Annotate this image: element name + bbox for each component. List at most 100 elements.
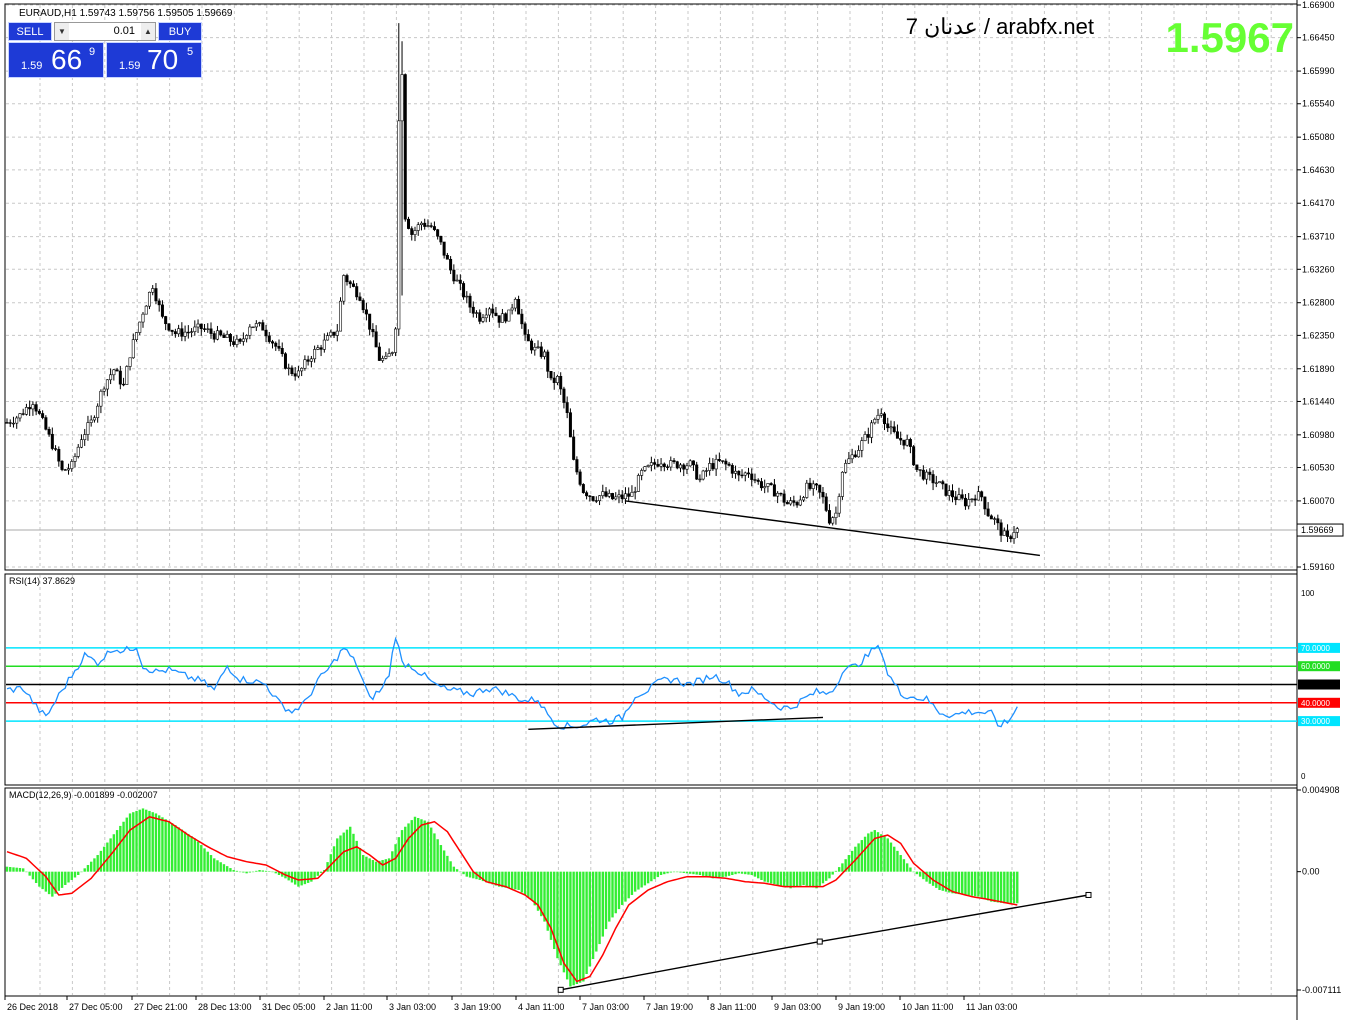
candle-body-276 <box>899 438 903 441</box>
candle-body-245 <box>798 499 802 506</box>
candle-body-246 <box>802 497 806 501</box>
candle-body-218 <box>711 463 715 470</box>
candle-body-304 <box>989 515 993 520</box>
macd-bar-279 <box>909 867 912 872</box>
one-click-trade-panel: SELL ▼ 0.01 ▲ BUY 1.59 66 9 1.59 70 5 <box>8 22 202 78</box>
macd-bar-239 <box>779 871 783 886</box>
candle-body-174 <box>568 412 572 438</box>
lot-size-stepper[interactable]: ▼ 0.01 ▲ <box>54 22 156 41</box>
macd-bar-270 <box>880 834 883 872</box>
macd-bar-92 <box>303 871 307 885</box>
macd-bar-311 <box>1012 871 1016 904</box>
candle-body-1 <box>8 422 12 424</box>
candle-body-115 <box>377 346 381 361</box>
macd-bar-224 <box>731 871 734 875</box>
macd-bar-243 <box>792 871 796 888</box>
candle-body-266 <box>866 434 870 438</box>
candle-body-51 <box>170 329 174 332</box>
lot-size-input[interactable]: 0.01 <box>71 23 139 40</box>
price-tick-label-6: 1.64170 <box>1302 198 1335 208</box>
candle-body-102 <box>335 330 339 336</box>
macd-bar-275 <box>896 850 899 872</box>
candle-body-292 <box>950 490 954 498</box>
macd-bar-274 <box>893 846 896 872</box>
macd-bar-181 <box>591 871 595 960</box>
candle-body-215 <box>701 470 705 480</box>
macd-bar-211 <box>689 871 692 874</box>
macd-bar-230 <box>750 871 753 875</box>
candle-body-228 <box>743 472 747 476</box>
macd-bar-272 <box>886 838 889 872</box>
candle-body-198 <box>646 465 650 467</box>
macd-bar-37 <box>125 817 129 872</box>
candle-body-27 <box>92 417 96 421</box>
macd-bar-81 <box>268 871 271 872</box>
price-tick-label-3: 1.65540 <box>1302 99 1335 109</box>
macd-bar-68 <box>225 866 229 872</box>
macd-bar-17 <box>60 871 64 888</box>
candle-body-275 <box>895 431 899 439</box>
macd-bar-45 <box>151 812 154 872</box>
candle-body-221 <box>721 460 725 462</box>
candle-body-55 <box>183 331 187 337</box>
chart-canvas[interactable]: 1.66900 1.66450 1.65990 1.65540 1.65080 1.646… <box>0 0 1345 1020</box>
buy-button[interactable]: BUY <box>158 22 202 41</box>
rsi-title: RSI(14) 37.8629 <box>9 576 75 586</box>
macd-bar-128 <box>420 819 423 872</box>
candle-body-45 <box>151 288 155 293</box>
candle-body-32 <box>109 374 113 381</box>
candle-body-285 <box>928 471 932 475</box>
macd-bar-59 <box>196 841 200 872</box>
macd-bar-240 <box>782 871 786 887</box>
candle-body-185 <box>604 491 608 497</box>
candle-body-91 <box>300 367 304 372</box>
candle-body-125 <box>410 228 414 235</box>
macd-bar-70 <box>232 870 235 872</box>
macd-bar-62 <box>206 851 209 872</box>
candle-body-183 <box>598 495 602 501</box>
price-tick-label-9: 1.62800 <box>1302 298 1335 308</box>
candle-body-287 <box>934 482 938 484</box>
macd-bar-93 <box>306 871 310 883</box>
candle-body-105 <box>345 275 349 283</box>
x-tick-label-8: 4 Jan 11:00 <box>518 1002 564 1012</box>
candle-body-143 <box>468 295 472 308</box>
candle-body-260 <box>847 458 851 464</box>
candle-body-118 <box>387 353 391 357</box>
lot-down-icon[interactable]: ▼ <box>55 23 69 40</box>
price-tick-label-10: 1.62350 <box>1302 330 1335 340</box>
candle-body-293 <box>954 496 958 501</box>
price-tick-label-8: 1.63260 <box>1302 264 1335 274</box>
macd-bar-156 <box>510 871 514 889</box>
macd-bar-76 <box>251 871 255 873</box>
candle-body-82 <box>271 341 275 344</box>
candle-body-144 <box>471 306 475 314</box>
macd-bar-41 <box>138 809 141 872</box>
candle-body-170 <box>555 375 559 383</box>
macd-bar-94 <box>310 871 313 882</box>
candle-body-40 <box>135 332 139 340</box>
sell-price-button[interactable]: 1.59 66 9 <box>8 42 104 78</box>
candle-body-141 <box>462 283 466 298</box>
candle-body-114 <box>374 331 378 348</box>
macd-bar-198 <box>646 871 650 884</box>
buy-price-button[interactable]: 1.59 70 5 <box>106 42 202 78</box>
candle-body-168 <box>549 371 553 379</box>
macd-bar-46 <box>154 813 158 872</box>
candle-body-181 <box>591 496 595 501</box>
macd-bar-216 <box>705 871 708 877</box>
macd-bar-185 <box>604 871 608 930</box>
lot-up-icon[interactable]: ▲ <box>141 23 155 40</box>
sell-button[interactable]: SELL <box>8 22 52 41</box>
candle-body-163 <box>533 346 537 351</box>
candle-body-57 <box>190 331 194 333</box>
macd-trendline-anchor-2 <box>1085 891 1092 898</box>
candle-body-232 <box>756 479 760 482</box>
macd-bar-30 <box>102 846 106 872</box>
macd-title: MACD(12,26,9) -0.001899 -0.002007 <box>9 790 158 800</box>
candle-body-206 <box>672 460 676 462</box>
candle-body-90 <box>296 370 300 377</box>
candle-body-254 <box>827 510 831 524</box>
macd-bar-77 <box>255 870 258 872</box>
macd-bar-0 <box>5 866 9 872</box>
